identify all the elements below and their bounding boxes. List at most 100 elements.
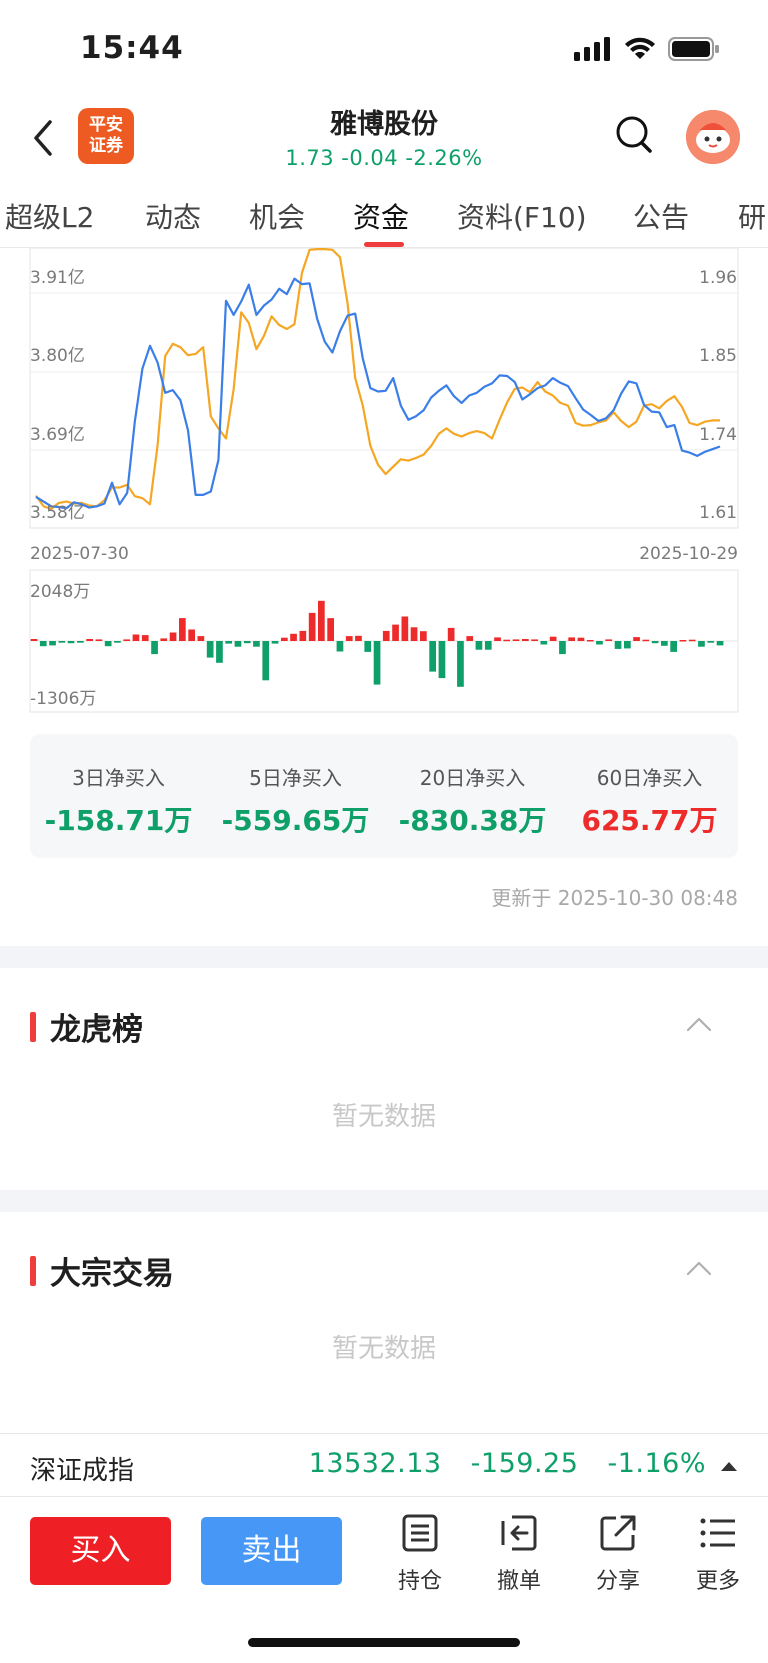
flow-bar: [707, 641, 715, 643]
flow-bar: [95, 639, 103, 641]
cancel-order-button[interactable]: 撤单: [479, 1513, 559, 1595]
flow-bar: [299, 630, 307, 641]
share-button[interactable]: 分享: [578, 1513, 658, 1595]
flow-bar: [104, 641, 112, 647]
net-buy-label: 60日净买入: [596, 766, 703, 790]
flow-bar: [586, 640, 594, 642]
net-buy-value: -559.65万: [221, 804, 370, 837]
net-buy-20d: 20日净买入 -830.38万: [384, 762, 561, 839]
tab-capital[interactable]: 资金: [353, 196, 409, 236]
net-buy-label: 3日净买入: [72, 766, 165, 790]
more-label: 更多: [695, 1569, 740, 1594]
flow-bar: [531, 639, 538, 641]
index-name: 深证成指: [30, 1456, 135, 1486]
flow-bar: [392, 624, 399, 641]
y-right-tick: 1.96: [699, 268, 737, 288]
y-left-tick: 3.58亿: [30, 503, 85, 523]
tab-super-l2[interactable]: 超级L2: [5, 196, 94, 236]
flow-bar: [522, 639, 529, 641]
dragon-tiger-title: 龙虎榜: [30, 1004, 143, 1049]
flow-bar: [253, 641, 260, 647]
flow-bar: [401, 616, 409, 641]
index-change-pct: -1.16%: [607, 1448, 706, 1479]
active-tab-indicator: [364, 242, 404, 247]
flow-bar: [466, 636, 474, 641]
assistant-avatar[interactable]: [686, 110, 740, 164]
index-change: -159.25: [470, 1448, 579, 1479]
more-icon: [700, 1518, 735, 1548]
flow-bar: [373, 641, 381, 685]
flow-bar: [651, 641, 659, 644]
flow-bar: [438, 641, 446, 679]
net-buy-5d: 5日净买入 -559.65万: [207, 762, 384, 839]
share-icon: [600, 1515, 636, 1551]
more-button[interactable]: 更多: [678, 1513, 758, 1595]
flow-bar: [633, 637, 640, 641]
flow-bar: [206, 641, 214, 658]
collapse-chevron-up-icon[interactable]: [686, 1016, 712, 1032]
flow-bar: [559, 641, 566, 655]
tab-opportunity[interactable]: 机会: [249, 196, 305, 236]
cellular-signal-icon: [574, 37, 610, 61]
tab-announcements[interactable]: 公告: [633, 196, 689, 236]
flow-bar: [679, 640, 687, 642]
flow-bar: [661, 641, 668, 646]
net-buy-value: -830.38万: [398, 804, 547, 837]
flow-bar: [429, 641, 436, 672]
y-right-tick: 1.74: [699, 425, 737, 445]
search-icon[interactable]: [614, 114, 654, 156]
flow-bar: [188, 629, 195, 641]
y-left-tick: 3.80亿: [30, 346, 85, 366]
flow-bar: [336, 641, 344, 652]
flow-bar: [614, 641, 622, 649]
net-buy-summary: 3日净买入 -158.71万 5日净买入 -559.65万 20日净买入 -83…: [30, 734, 738, 858]
y-left-tick: 3.69亿: [30, 425, 85, 445]
net-buy-label: 5日净买入: [249, 766, 342, 790]
stock-header: 平安 证券 雅博股份 1.73 -0.04 -2.26%: [0, 100, 768, 180]
flow-bar: [549, 636, 557, 641]
flow-bar: [234, 641, 242, 647]
capital-flow-charts: 3.91亿 3.80亿 3.69亿 3.58亿 1.96 1.85 1.74 1…: [29, 248, 739, 713]
series-line-blue: [35, 277, 721, 510]
index-values: 13532.13 -159.25 -1.16%: [289, 1448, 706, 1479]
home-indicator: [248, 1638, 520, 1647]
flow-bar: [698, 641, 705, 647]
net-buy-3d: 3日净买入 -158.71万: [30, 762, 207, 839]
flow-bar: [605, 639, 613, 641]
holdings-icon: [402, 1514, 438, 1552]
y-right-tick: 1.61: [699, 503, 737, 523]
buy-button[interactable]: 买入: [30, 1517, 171, 1585]
flow-bar: [540, 641, 548, 645]
status-bar: 15:44: [0, 0, 768, 100]
tab-dynamics[interactable]: 动态: [145, 196, 201, 236]
series-line-orange: [35, 248, 720, 511]
flow-bar: [141, 635, 149, 641]
index-value: 13532.13: [308, 1448, 442, 1479]
flow-bar: [77, 641, 84, 643]
net-buy-label: 20日净买入: [419, 766, 526, 790]
holdings-button[interactable]: 持仓: [380, 1513, 460, 1595]
flow-bar: [475, 641, 483, 650]
flow-bar: [355, 635, 362, 641]
flow-bar: [577, 637, 585, 641]
flow-bar: [512, 639, 520, 641]
tab-research[interactable]: 研: [738, 196, 766, 236]
flow-bar: [447, 627, 455, 641]
index-ticker-bar[interactable]: 深证成指 13532.13 -159.25 -1.16%: [0, 1433, 768, 1497]
x-label-start: 2025-07-30: [30, 544, 129, 564]
expand-triangle-icon[interactable]: [720, 1460, 738, 1472]
flow-bar: [216, 641, 223, 663]
status-time: 15:44: [80, 30, 184, 66]
flow-bar: [318, 600, 325, 641]
flow-bar: [382, 630, 390, 641]
collapse-chevron-up-icon[interactable]: [686, 1260, 712, 1276]
dragon-tiger-empty: 暂无数据: [331, 1102, 436, 1132]
sell-button[interactable]: 卖出: [201, 1517, 342, 1585]
flow-bar: [568, 637, 575, 641]
tab-f10[interactable]: 资料(F10): [457, 196, 587, 236]
bar-chart: 2048万 -1306万: [29, 569, 739, 713]
flow-bar: [271, 641, 279, 644]
cancel-order-label: 撤单: [496, 1569, 541, 1594]
flow-bar: [716, 641, 724, 646]
update-timestamp: 更新于 2025-10-30 08:48: [491, 886, 738, 910]
